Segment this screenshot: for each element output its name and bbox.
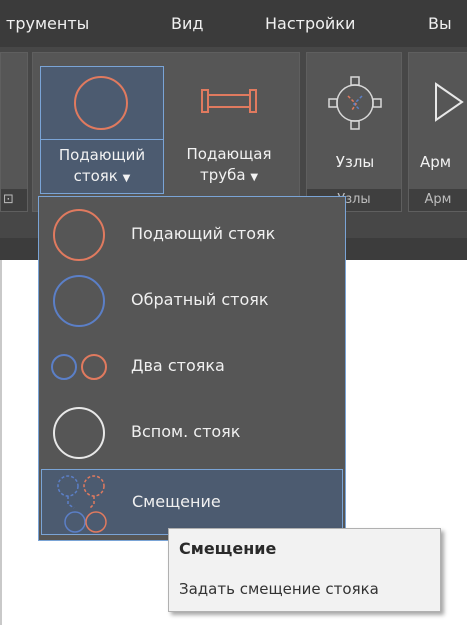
- menu-view[interactable]: Вид: [171, 14, 203, 33]
- menu-bar: трументы Вид Настройки Вы: [0, 0, 467, 47]
- dropdown-item-feed-riser[interactable]: Подающий стояк: [41, 201, 343, 267]
- fittings-label: Арм: [420, 153, 452, 170]
- menu-more[interactable]: Вы: [428, 14, 452, 33]
- dropdown-arrow-icon: ▼: [122, 173, 131, 184]
- nodes-button[interactable]: Узлы: [312, 66, 398, 171]
- white-circle-icon: [53, 407, 105, 459]
- feed-riser-label-1: Подающий: [58, 146, 146, 164]
- panel-expander[interactable]: ⊡: [1, 189, 27, 211]
- valve-icon: [435, 82, 464, 122]
- dropdown-item-label: Обратный стояк: [131, 290, 269, 309]
- two-circles-icon: [51, 354, 107, 380]
- dropdown-arrow-icon: ▼: [250, 172, 259, 183]
- pipe-icon: [201, 89, 257, 113]
- panel-left-sliver: ⊡: [0, 52, 28, 212]
- dropdown-item-aux-riser[interactable]: Вспом. стояк: [41, 399, 343, 465]
- gear-node-icon: [328, 76, 382, 130]
- feed-pipe-label-2: труба: [199, 166, 246, 184]
- feed-riser-button[interactable]: Подающий стояк ▼: [40, 66, 164, 194]
- riser-dropdown-menu: Подающий стояк Обратный стояк Два стояка…: [38, 196, 346, 541]
- panel-fittings-title: Арм: [409, 189, 467, 211]
- dropdown-item-label: Вспом. стояк: [131, 422, 241, 441]
- tooltip-description: Задать смещение стояка: [179, 580, 379, 598]
- menu-tools[interactable]: трументы: [6, 14, 89, 33]
- feed-pipe-button[interactable]: Подающая труба ▼: [174, 66, 284, 194]
- nodes-label: Узлы: [335, 153, 375, 171]
- dropdown-item-label: Подающий стояк: [131, 224, 276, 243]
- feed-pipe-label-1: Подающая: [186, 145, 272, 163]
- dropdown-item-return-riser[interactable]: Обратный стояк: [41, 267, 343, 333]
- red-circle-icon: [53, 209, 105, 261]
- dropdown-item-label: Смещение: [132, 492, 221, 511]
- dropdown-item-two-risers[interactable]: Два стояка: [41, 333, 343, 399]
- red-circle-icon: [74, 76, 128, 130]
- blue-circle-icon: [53, 275, 105, 327]
- tooltip: Смещение Задать смещение стояка: [168, 528, 441, 612]
- tooltip-title: Смещение: [179, 539, 277, 558]
- canvas-edge: [0, 260, 2, 625]
- feed-riser-label-2: стояк: [73, 167, 118, 185]
- dropdown-item-label: Два стояка: [131, 356, 225, 375]
- fittings-button[interactable]: Арм: [414, 66, 467, 170]
- menu-settings[interactable]: Настройки: [265, 14, 355, 33]
- offset-icon: [57, 475, 107, 533]
- dropdown-item-offset[interactable]: Смещение: [41, 469, 343, 535]
